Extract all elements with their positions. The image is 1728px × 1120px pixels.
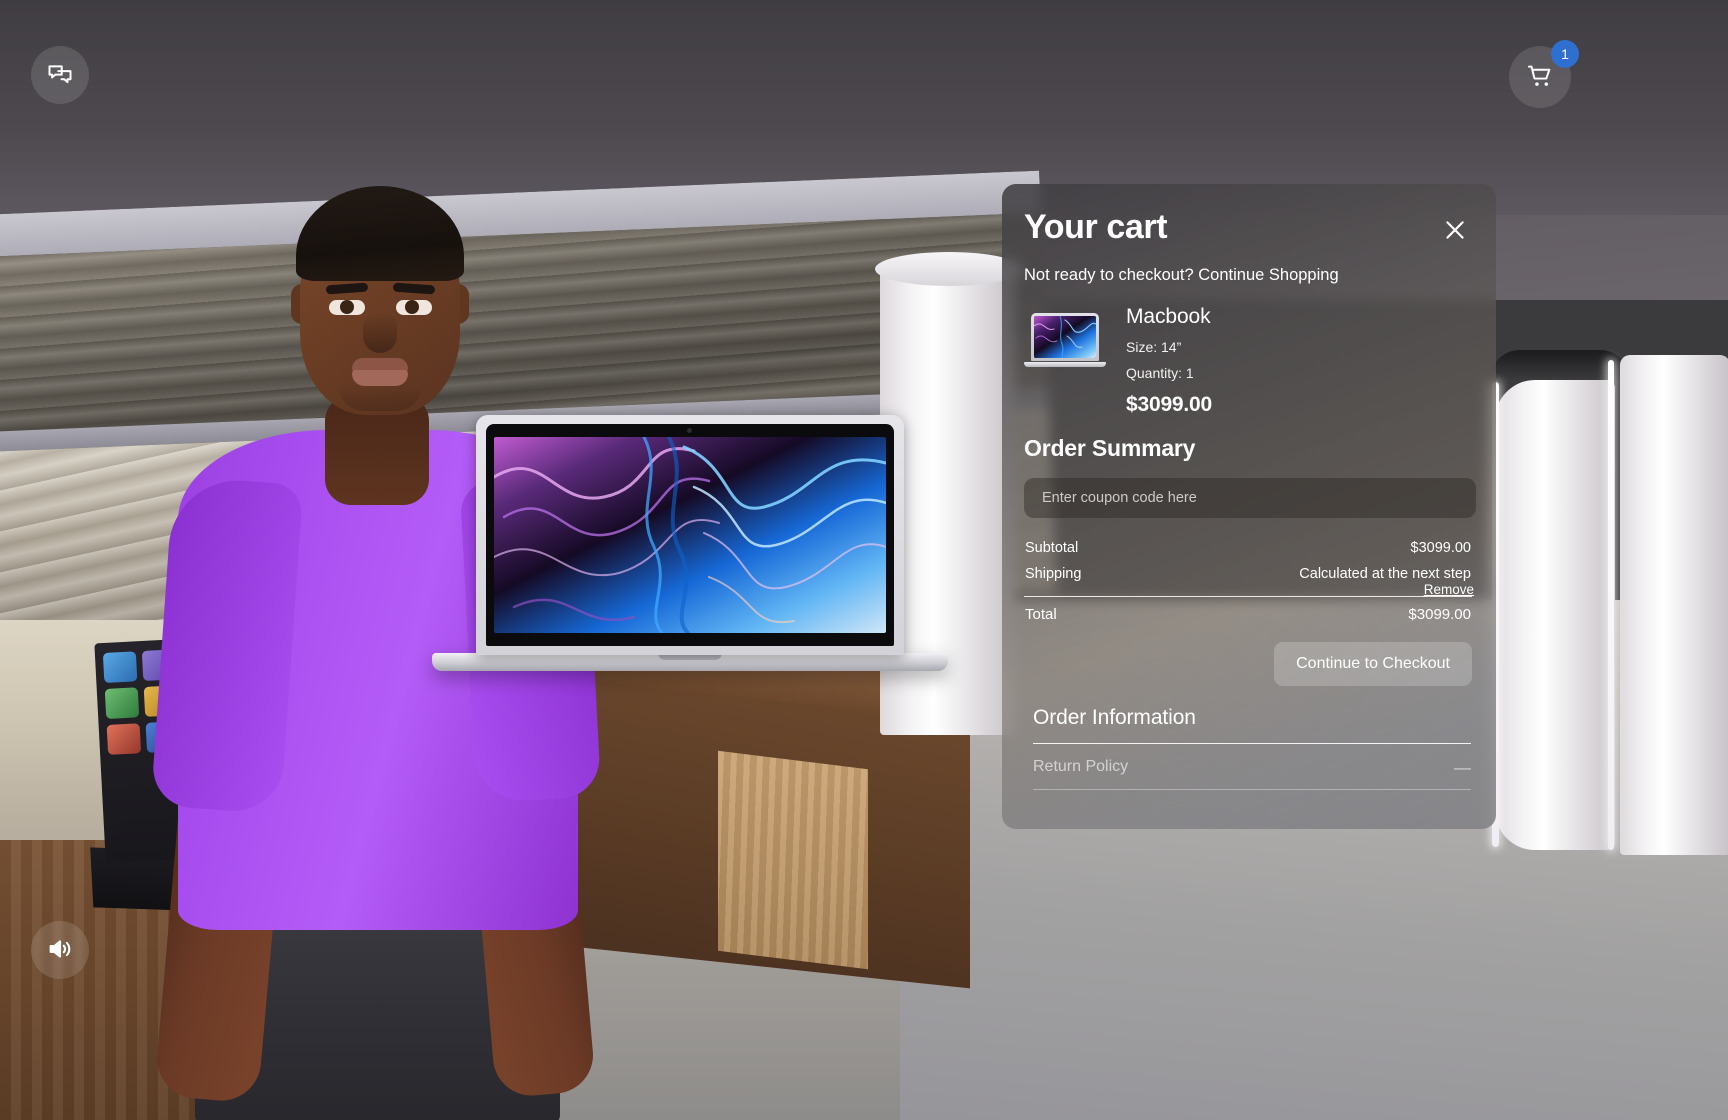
continue-to-checkout-button[interactable]: Continue to Checkout [1274, 642, 1472, 686]
speaker-wave-icon [46, 935, 74, 966]
cart-item-name: Macbook [1126, 305, 1211, 328]
macbook-display-model [430, 415, 950, 695]
display-column-3 [1620, 355, 1728, 855]
return-policy-label: Return Policy [1033, 758, 1129, 775]
chat-bubbles-icon [46, 60, 74, 91]
cart-header: Your cart [1024, 208, 1472, 246]
display-column-1-cap [875, 252, 1023, 286]
subtotal-value: $3099.00 [1410, 540, 1471, 556]
shipping-value: Calculated at the next step [1299, 566, 1471, 582]
counter-wood-panel [718, 750, 868, 970]
macbook-wallpaper [494, 437, 886, 633]
cart-title: Your cart [1024, 208, 1168, 246]
return-policy-toggle-icon: — [1454, 757, 1471, 777]
order-totals: Subtotal $3099.00 Shipping Calculated at… [1024, 535, 1472, 628]
total-row: Total $3099.00 [1024, 601, 1472, 628]
chat-button[interactable] [31, 46, 89, 104]
virtual-store-scene: 1 Your cart Not ready to checkout? Conti… [0, 0, 1728, 1120]
total-value: $3099.00 [1408, 606, 1471, 623]
shipping-label: Shipping [1025, 566, 1082, 582]
cart-badge: 1 [1551, 40, 1579, 68]
sound-button[interactable] [31, 921, 89, 979]
remove-item-button[interactable]: Remove [1424, 582, 1474, 597]
cart-item-quantity: Quantity: 1 [1126, 365, 1194, 381]
coupon-input[interactable] [1024, 478, 1476, 518]
macbook-thumbnail [1024, 313, 1106, 375]
totals-divider [1024, 596, 1472, 597]
cart-panel: Your cart Not ready to checkout? Continu… [1002, 184, 1496, 829]
cart-item: Macbook Size: 14” Quantity: 1 $3099.00 [1024, 305, 1472, 417]
order-information: Order Information Return Policy — [1024, 706, 1472, 790]
subtotal-label: Subtotal [1025, 540, 1079, 556]
order-summary-title: Order Summary [1024, 435, 1196, 461]
column-light-strip-2 [1608, 360, 1614, 850]
total-label: Total [1025, 606, 1057, 623]
cart-item-size: Size: 14” [1126, 339, 1182, 355]
continue-shopping-link[interactable]: Not ready to checkout? Continue Shopping [1024, 266, 1472, 285]
display-column-2 [1495, 380, 1615, 850]
shopping-cart-icon [1526, 62, 1554, 93]
order-information-title: Order Information [1033, 706, 1196, 729]
close-icon [1442, 217, 1468, 246]
close-cart-button[interactable] [1440, 216, 1470, 246]
shipping-row: Shipping Calculated at the next step [1024, 561, 1472, 587]
checkout-actions: Continue to Checkout [1024, 642, 1472, 686]
cart-item-price: $3099.00 [1126, 393, 1212, 416]
return-policy-accordion[interactable]: Return Policy — [1033, 744, 1471, 790]
subtotal-row: Subtotal $3099.00 [1024, 535, 1472, 561]
